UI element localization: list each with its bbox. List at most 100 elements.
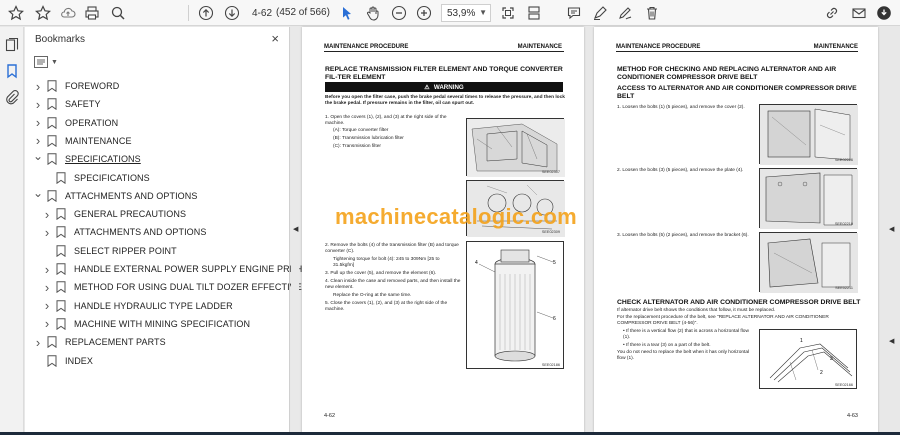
section-subtitle: ACCESS TO ALTERNATOR AND AIR CONDITIONER… xyxy=(617,85,857,100)
step-5: 5. Close the covers (1), (2), and (3) at… xyxy=(325,301,448,313)
bookmark-label: GENERAL PRECAUTIONS xyxy=(74,209,187,220)
bookmark-item[interactable]: › ATTACHMENTS AND OPTIONS xyxy=(42,223,207,241)
check-text-3: • If there is a vertical flow (2) that i… xyxy=(623,329,749,341)
bookmark-label: SELECT RIPPER POINT xyxy=(74,245,177,256)
bookmark-icon xyxy=(47,80,59,93)
bookmark-label: OPERATION xyxy=(65,117,119,128)
toolbar: (452 of 566) 53,9% ▼ xyxy=(0,0,900,26)
chevron-right-icon[interactable]: › xyxy=(33,79,43,94)
bookmark-item[interactable]: › METHOD FOR USING DUAL TILT DOZER EFFECT… xyxy=(42,278,313,296)
warning-text: Before you open the filter case, push th… xyxy=(325,95,565,107)
chevron-right-icon[interactable]: › xyxy=(42,207,52,222)
check-text-2: For the replacement procedure of the bel… xyxy=(617,315,829,327)
share-link-icon[interactable] xyxy=(822,3,842,23)
zoom-dropdown[interactable]: 53,9% ▼ xyxy=(441,4,491,22)
draw-icon[interactable] xyxy=(615,3,635,23)
pdf-page-right: MAINTENANCE PROCEDURE MAINTENANCE METHOD… xyxy=(594,27,878,433)
page-count-label: (452 of 566) xyxy=(276,7,330,18)
chevron-right-icon[interactable]: › xyxy=(33,97,43,112)
bookmark-item[interactable]: SPECIFICATIONS xyxy=(42,169,150,187)
cloud-upload-icon[interactable] xyxy=(58,3,78,23)
bookmark-item[interactable]: › GENERAL PRECAUTIONS xyxy=(42,205,186,223)
bookmark-item[interactable]: ⌄ SPECIFICATIONS xyxy=(33,149,141,168)
bookmark-label: REPLACEMENT PARTS xyxy=(65,337,166,348)
bookmark-item[interactable]: ⌄ ATTACHMENTS AND OPTIONS xyxy=(33,186,197,205)
account-icon[interactable] xyxy=(874,3,894,23)
bookmark-item[interactable]: › OPERATION xyxy=(33,114,118,132)
bookmark-label: MACHINE WITH MINING SPECIFICATION xyxy=(74,318,251,329)
zoom-search-icon[interactable] xyxy=(108,3,128,23)
hand-icon[interactable] xyxy=(363,3,383,23)
bookmark-icon xyxy=(47,336,59,349)
chevron-right-icon[interactable]: › xyxy=(33,133,43,148)
select-cursor-icon[interactable] xyxy=(337,3,357,23)
zoom-out-icon[interactable] xyxy=(389,3,409,23)
svg-text:4: 4 xyxy=(475,260,478,266)
page-down-icon[interactable] xyxy=(222,3,242,23)
bookmark-label: SAFETY xyxy=(65,99,101,110)
chevron-right-icon[interactable]: › xyxy=(42,225,52,240)
bookmark-icon xyxy=(47,135,59,148)
print-icon[interactable] xyxy=(82,3,102,23)
star-icon[interactable] xyxy=(33,3,53,23)
page-header-left: MAINTENANCE PROCEDURE xyxy=(616,44,701,50)
bookmark-label: SPECIFICATIONS xyxy=(65,154,141,165)
attachment-icon[interactable] xyxy=(4,89,20,105)
expand-right-panel-icon-2[interactable]: ◀ xyxy=(889,337,894,345)
bookmark-options-button[interactable]: ▼ xyxy=(34,55,58,69)
fit-page-icon[interactable] xyxy=(498,3,518,23)
chevron-right-icon[interactable]: › xyxy=(42,298,52,313)
section-title: REPLACE TRANSMISSION FILTER ELEMENT AND … xyxy=(325,66,563,81)
figure-covers: SEE02307 xyxy=(466,118,565,177)
bookmark-icon xyxy=(56,226,68,239)
bookmark-label: METHOD FOR USING DUAL TILT DOZER EFFECTI… xyxy=(74,282,313,293)
bookmark-item[interactable]: INDEX xyxy=(33,352,93,370)
chevron-right-icon[interactable]: › xyxy=(42,280,52,295)
highlight-icon[interactable] xyxy=(590,3,610,23)
close-icon[interactable]: × xyxy=(271,31,279,46)
chevron-down-icon[interactable]: ⌄ xyxy=(33,149,43,163)
bookmark-label: INDEX xyxy=(65,355,94,366)
bookmark-item[interactable]: › FOREWORD xyxy=(33,77,119,95)
bookmark-label: SPECIFICATIONS xyxy=(74,172,150,183)
page-number-input[interactable] xyxy=(252,5,274,21)
bookmark-icon xyxy=(47,354,59,367)
step-1: 1. Open the covers (1), (2), and (3) at … xyxy=(325,115,447,127)
step-2: 2. Remove the bolts (4) of the transmiss… xyxy=(325,243,459,255)
step-3: 3. Pull up the cover (5), and remove the… xyxy=(325,271,437,276)
chevron-right-icon[interactable]: › xyxy=(42,316,52,331)
bookmark-item[interactable]: › HANDLE EXTERNAL POWER SUPPLY ENGINE PRE… xyxy=(42,260,332,278)
bookmark-icon xyxy=(56,208,68,221)
figure-id: SEE02186 xyxy=(541,363,560,367)
bookmark-icon xyxy=(47,190,59,202)
bookmark-icon[interactable] xyxy=(4,63,20,79)
bookmark-item[interactable]: › MACHINE WITH MINING SPECIFICATION xyxy=(42,315,250,333)
warning-label: WARNING xyxy=(433,83,464,91)
bookmark-item[interactable]: › HANDLE HYDRAULIC TYPE LADDER xyxy=(42,297,233,315)
zoom-in-icon[interactable] xyxy=(414,3,434,23)
page-header-right: MAINTENANCE xyxy=(813,44,858,50)
pages-thumbnail-icon[interactable] xyxy=(4,37,20,53)
bookmark-item[interactable]: SELECT RIPPER POINT xyxy=(42,242,177,260)
chevron-right-icon[interactable]: › xyxy=(33,115,43,130)
page-up-icon[interactable] xyxy=(196,3,216,23)
step-3: 3. Loosen the bolts (5) (2 pieces), and … xyxy=(617,233,749,238)
expand-right-panel-icon[interactable]: ◀ xyxy=(889,225,894,233)
scroll-mode-icon[interactable] xyxy=(524,3,544,23)
comment-icon[interactable] xyxy=(564,3,584,23)
bookmark-item[interactable]: › MAINTENANCE xyxy=(33,132,132,150)
step-1: 1. Loosen the bolts (1) (5 pieces), and … xyxy=(617,105,745,110)
collapse-panel-icon[interactable]: ◀ xyxy=(293,225,298,233)
delete-icon[interactable] xyxy=(642,3,662,23)
chevron-right-icon[interactable]: › xyxy=(42,262,52,277)
figure-id: SEE02211 xyxy=(835,286,853,290)
bookmark-star-icon[interactable] xyxy=(6,3,26,23)
bookmark-item[interactable]: › REPLACEMENT PARTS xyxy=(33,333,166,351)
svg-text:5: 5 xyxy=(553,260,556,266)
chevron-right-icon[interactable]: › xyxy=(33,335,43,350)
mail-icon[interactable] xyxy=(849,3,869,23)
toolbar-separator xyxy=(188,5,189,21)
bookmark-item[interactable]: › SAFETY xyxy=(33,95,101,113)
chevron-down-icon[interactable]: ⌄ xyxy=(33,186,43,200)
page-number: 4-62 xyxy=(324,413,336,419)
